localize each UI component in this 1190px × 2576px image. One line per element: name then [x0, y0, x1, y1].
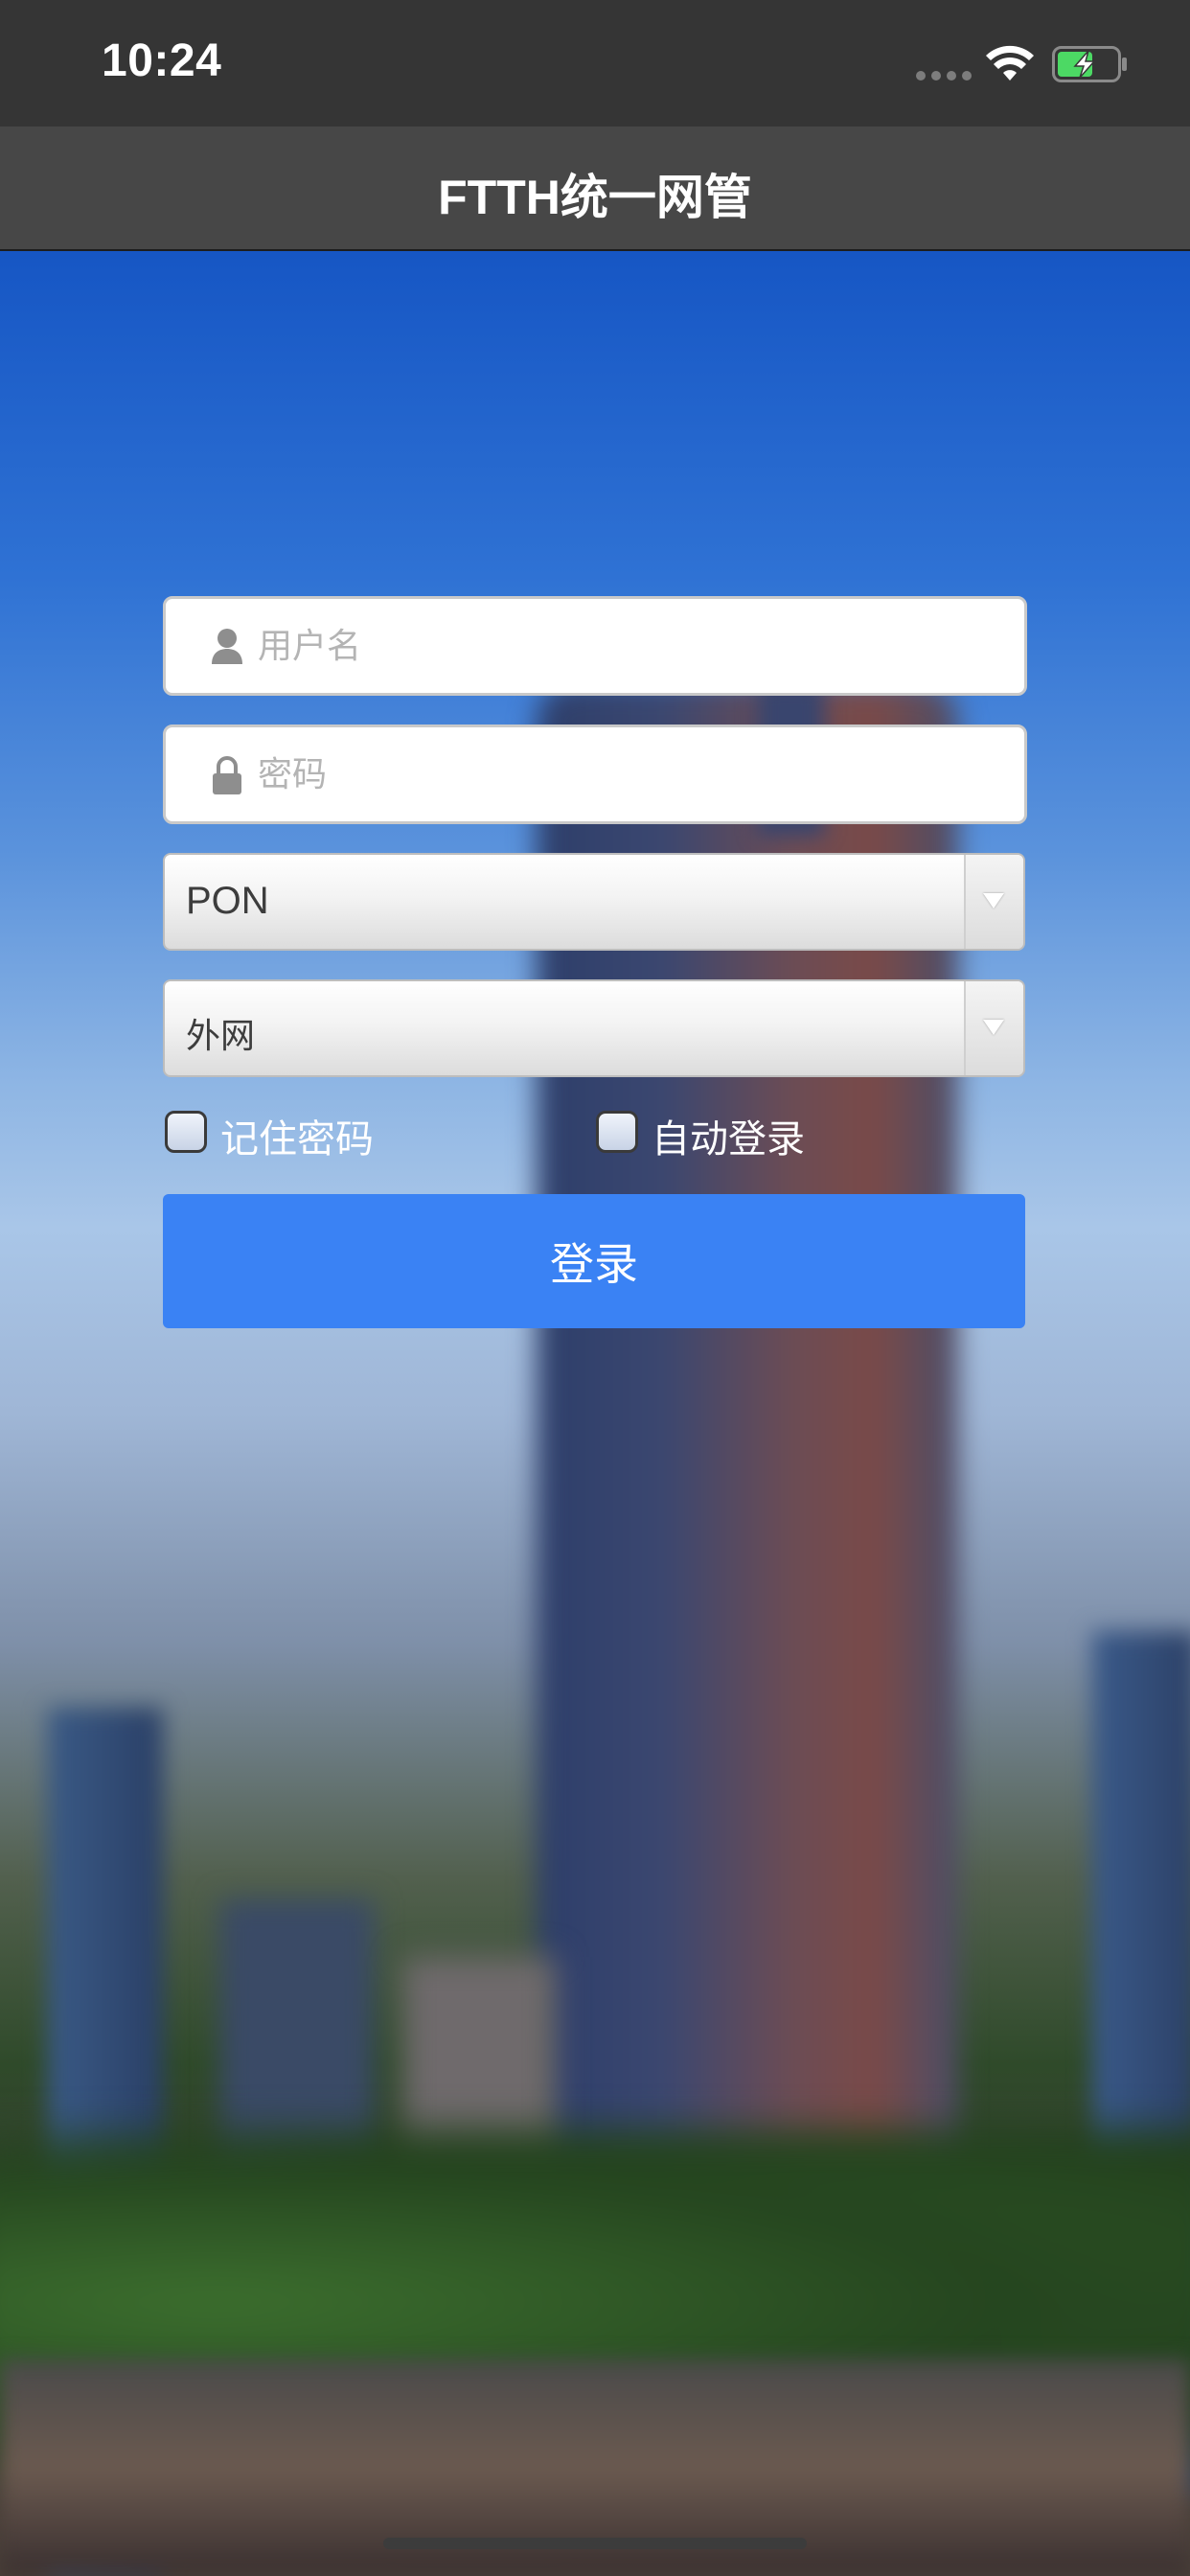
login-form: PON 外网 记住密码 自动登录 登录 — [163, 596, 1027, 1328]
remember-password-label: 记住密码 — [220, 1117, 374, 1162]
user-icon — [212, 629, 242, 664]
password-field[interactable] — [163, 724, 1027, 824]
network-zone-select[interactable]: 外网 — [163, 979, 1025, 1077]
home-indicator[interactable] — [383, 2538, 807, 2549]
auto-login-checkbox[interactable]: 自动登录 — [596, 1100, 805, 1163]
checkbox-box[interactable] — [165, 1111, 207, 1153]
login-options: 记住密码 自动登录 — [163, 1100, 1027, 1167]
network-type-select[interactable]: PON — [163, 853, 1025, 951]
status-bar: 10:24 — [0, 0, 1190, 126]
login-screen: 10:24 FTTH统一网管 用户名 PON 外网 记住密码 自动登录 登录 — [0, 0, 1190, 2576]
network-zone-dropdown-button[interactable] — [964, 981, 1023, 1075]
status-time: 10:24 — [102, 35, 222, 86]
remember-password-checkbox[interactable]: 记住密码 — [165, 1100, 374, 1163]
password-input[interactable] — [258, 727, 1005, 821]
auto-login-label: 自动登录 — [652, 1117, 805, 1162]
page-title: FTTH统一网管 — [438, 171, 752, 224]
username-input[interactable] — [258, 599, 1005, 693]
network-type-dropdown-button[interactable] — [964, 855, 1023, 949]
network-type-value: PON — [186, 880, 269, 922]
login-button[interactable]: 登录 — [163, 1194, 1025, 1328]
battery-charging-icon — [1052, 46, 1127, 82]
username-field[interactable] — [163, 596, 1027, 696]
lock-icon — [213, 756, 241, 794]
network-zone-value: 外网 — [186, 1017, 256, 1056]
wifi-icon — [986, 45, 1034, 80]
dropdown-arrow-icon — [983, 1020, 1004, 1035]
checkbox-box[interactable] — [596, 1111, 638, 1153]
navigation-bar: FTTH统一网管 — [0, 126, 1190, 251]
cellular-signal-icon — [916, 71, 972, 80]
dropdown-arrow-icon — [983, 893, 1004, 908]
